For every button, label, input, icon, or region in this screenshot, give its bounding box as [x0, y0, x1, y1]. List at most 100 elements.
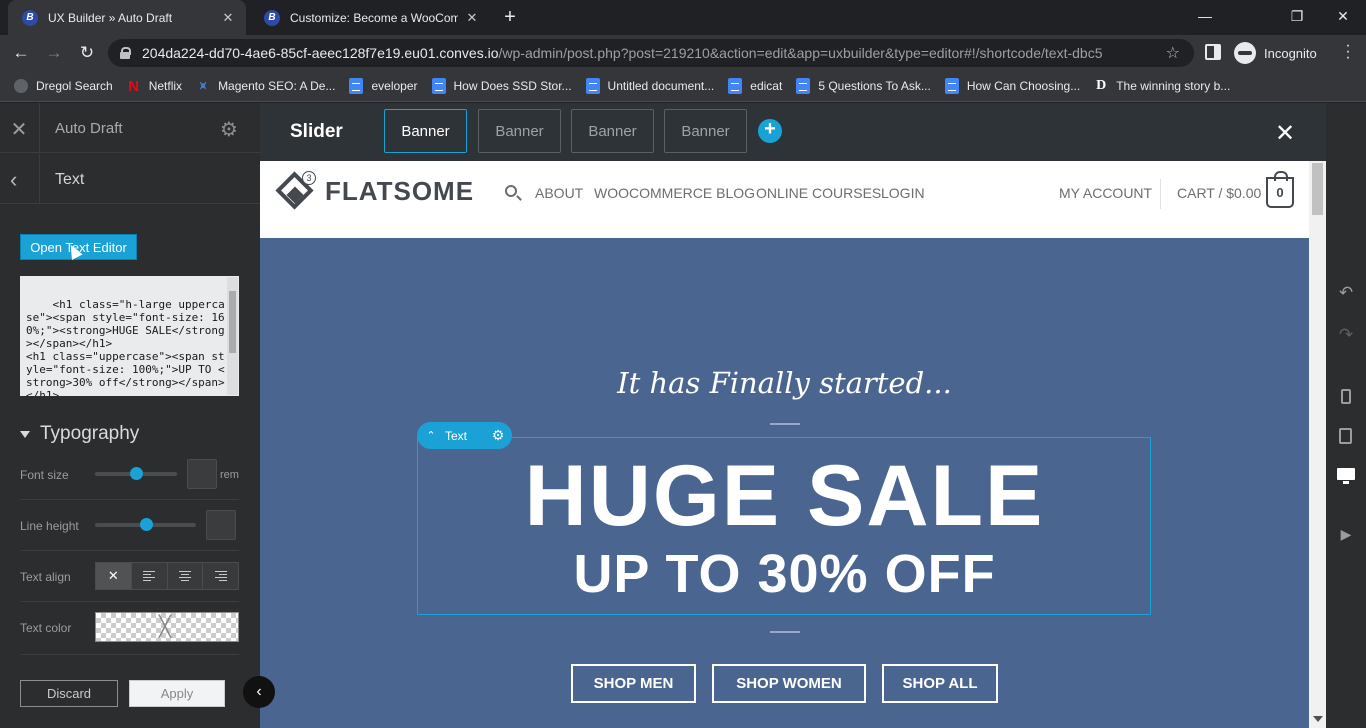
tab-customize[interactable]: B Customize: Become a WooComm ✕ — [250, 0, 490, 35]
url-host: 204da224-dd70-4ae6-85cf-aeec128f7e19.eu0… — [142, 45, 499, 61]
apply-button[interactable]: Apply — [129, 680, 225, 707]
bookmark-item[interactable]: How Can Choosing... — [944, 78, 1080, 94]
tablet-view-icon[interactable] — [1339, 428, 1352, 444]
netflix-icon: N — [128, 77, 140, 95]
textarea-scrollbar[interactable] — [227, 277, 238, 395]
close-slider-icon[interactable]: ✕ — [1275, 119, 1295, 148]
slider-label: Slider — [290, 121, 343, 142]
banner-subheadline[interactable]: UP TO 30% OFF — [260, 543, 1309, 605]
align-right-icon[interactable] — [203, 563, 238, 589]
divider — [20, 601, 239, 602]
browser-tab-bar: B UX Builder » Auto Draft ✕ B Customize:… — [0, 0, 1366, 35]
collapse-panel-icon[interactable]: ‹ — [243, 676, 275, 708]
bookmark-star-icon[interactable]: ☆ — [1166, 43, 1180, 63]
nav-item-online-courses[interactable]: ONLINE COURSES — [756, 185, 881, 201]
play-preview-icon[interactable]: ▶ — [1326, 526, 1366, 543]
minimize-button[interactable]: — — [1182, 0, 1228, 32]
docs-icon — [585, 78, 600, 94]
site-logo[interactable]: 3 FLATSOME — [275, 171, 474, 211]
side-panel-icon[interactable] — [1205, 44, 1221, 60]
canvas-scrollbar[interactable] — [1309, 161, 1326, 728]
forward-arrow-icon[interactable]: → — [41, 40, 67, 66]
flatsome-favicon-icon: B — [264, 9, 280, 26]
text-element-toolbar[interactable]: ⌃ Text ⚙ — [417, 422, 512, 449]
cart-count-icon[interactable]: 0 — [1266, 171, 1294, 208]
logo-badge: 3 — [302, 171, 316, 185]
element-title: Text — [55, 171, 85, 188]
gear-icon[interactable]: ⚙ — [220, 117, 238, 142]
text-align-label: Text align — [20, 570, 71, 584]
close-tab-icon[interactable]: ✕ — [464, 10, 480, 26]
scroll-down-icon[interactable] — [1313, 716, 1323, 722]
slider-knob[interactable] — [130, 467, 143, 480]
divider — [770, 423, 800, 425]
add-banner-button[interactable]: + — [758, 119, 782, 143]
search-icon[interactable] — [505, 185, 517, 197]
bookmark-label: edicat — [750, 79, 783, 93]
bookmark-item[interactable]: edicat — [728, 78, 782, 94]
discard-button[interactable]: Discard — [20, 680, 118, 707]
scrollbar-thumb[interactable] — [1312, 163, 1323, 215]
new-tab-button[interactable]: + — [499, 5, 521, 29]
font-size-input[interactable] — [187, 459, 217, 489]
close-tab-icon[interactable]: ✕ — [220, 10, 236, 26]
browser-menu-icon[interactable]: · · · — [1340, 38, 1356, 66]
typography-section-toggle[interactable]: Typography — [20, 423, 139, 445]
align-none-icon[interactable]: ✕ — [96, 563, 132, 589]
chevron-left-icon[interactable]: ‹ — [10, 167, 17, 193]
tab-title: Customize: Become a WooComm — [290, 10, 458, 25]
nav-item-login[interactable]: LOGIN — [881, 185, 925, 201]
divider — [1160, 179, 1161, 209]
my-account-link[interactable]: MY ACCOUNT — [1059, 185, 1152, 201]
bookmark-item[interactable]: D The winning story b... — [1094, 78, 1230, 94]
bookmark-item[interactable]: Dregol Search — [14, 79, 113, 93]
banner-headline[interactable]: HUGE SALE — [260, 447, 1309, 546]
bookmark-item[interactable]: Untitled document... — [585, 78, 714, 94]
slider-knob[interactable] — [140, 518, 153, 531]
builder-canvas: 3 FLATSOME ABOUT WOOCOMMERCE BLOG ONLINE… — [260, 161, 1326, 728]
bookmark-item[interactable]: eveloper — [349, 78, 418, 94]
font-size-slider[interactable] — [95, 467, 177, 480]
ux-builder-panel: ✕ Auto Draft ⚙ ‹ Text Open Text Editor <… — [0, 103, 275, 728]
bookmark-item[interactable]: How Does SSD Stor... — [431, 78, 572, 94]
line-height-slider[interactable] — [95, 518, 196, 531]
desktop-view-icon[interactable] — [1337, 468, 1355, 484]
right-toolbar: ↶ ↷ ▶ — [1326, 103, 1366, 728]
restore-button[interactable]: ❐ — [1274, 0, 1320, 32]
align-left-icon[interactable] — [131, 563, 168, 589]
banner-tagline[interactable]: It has Finally started... — [260, 366, 1309, 400]
bookmark-item[interactable]: ⩙ Magento SEO: A De... — [196, 78, 336, 94]
close-window-button[interactable]: ✕ — [1320, 0, 1366, 32]
address-bar[interactable]: 204da224-dd70-4ae6-85cf-aeec128f7e19.eu0… — [108, 39, 1194, 67]
reload-icon[interactable]: ↻ — [74, 40, 100, 66]
banner-tab-1[interactable]: Banner — [384, 109, 467, 153]
html-code-textarea[interactable]: <h1 class="h-large uppercase"><span styl… — [20, 276, 239, 396]
cart-link[interactable]: CART / $0.00 — [1177, 185, 1261, 201]
chevron-up-icon[interactable]: ⌃ — [417, 429, 445, 442]
back-arrow-icon[interactable]: ← — [8, 40, 34, 66]
nav-item-about[interactable]: ABOUT — [535, 185, 583, 201]
docs-icon — [349, 78, 364, 94]
banner-tab-4[interactable]: Banner — [664, 109, 747, 153]
bookmark-item[interactable]: N Netflix — [127, 77, 182, 95]
text-element-label: Text — [445, 428, 468, 443]
nav-item-woocommerce-blog[interactable]: WOOCOMMERCE BLOG — [594, 185, 755, 201]
shop-men-button[interactable]: SHOP MEN — [571, 664, 696, 703]
mobile-view-icon[interactable] — [1341, 389, 1351, 404]
shop-women-button[interactable]: SHOP WOMEN — [712, 664, 866, 703]
gear-icon[interactable]: ⚙ — [484, 427, 512, 444]
line-height-input[interactable] — [206, 510, 236, 540]
banner-tab-2[interactable]: Banner — [478, 109, 561, 153]
shop-all-button[interactable]: SHOP ALL — [882, 664, 998, 703]
incognito-profile[interactable]: Incognito — [1234, 41, 1317, 65]
align-center-icon[interactable] — [167, 563, 204, 589]
close-icon[interactable]: ✕ — [10, 117, 28, 141]
bookmark-item[interactable]: 5 Questions To Ask... — [796, 78, 931, 94]
redo-icon[interactable]: ↷ — [1326, 325, 1366, 345]
text-color-picker[interactable]: ╳ — [95, 612, 239, 642]
bookmark-label: The winning story b... — [1116, 79, 1231, 93]
tab-ux-builder[interactable]: B UX Builder » Auto Draft ✕ — [8, 0, 246, 35]
undo-icon[interactable]: ↶ — [1326, 283, 1366, 303]
browser-toolbar: ← → ↻ 204da224-dd70-4ae6-85cf-aeec128f7e… — [0, 35, 1366, 71]
banner-tab-3[interactable]: Banner — [571, 109, 654, 153]
